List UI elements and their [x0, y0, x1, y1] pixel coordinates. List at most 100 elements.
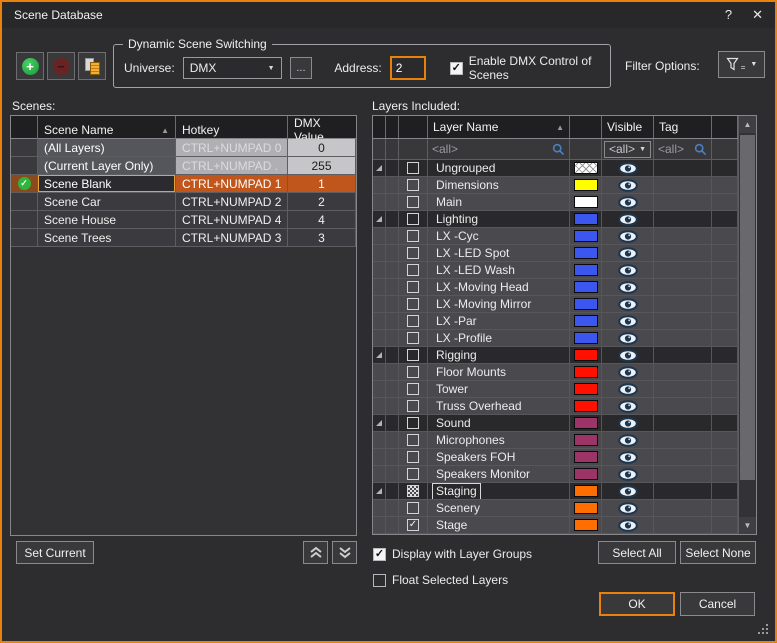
eye-icon[interactable]	[618, 196, 638, 209]
select-none-button[interactable]: Select None	[680, 541, 756, 564]
layer-name-cell[interactable]: Tower	[428, 381, 570, 398]
layer-row[interactable]: LX -Cyc	[373, 228, 738, 245]
scene-hotkey-cell[interactable]: CTRL+NUMPAD 3	[176, 229, 288, 247]
eye-icon[interactable]	[618, 281, 638, 294]
layer-name-cell[interactable]: LX -Moving Mirror	[428, 296, 570, 313]
layer-checkbox[interactable]	[407, 417, 419, 429]
scene-name-cell[interactable]: (Current Layer Only)	[38, 157, 176, 175]
layer-tag-cell[interactable]	[654, 381, 712, 398]
layer-row[interactable]: LX -Par	[373, 313, 738, 330]
scene-row[interactable]: Scene HouseCTRL+NUMPAD 44	[11, 211, 356, 229]
layer-name-cell[interactable]: Speakers Monitor	[428, 466, 570, 483]
layer-name-filter[interactable]: <all>	[428, 139, 570, 160]
layer-tag-cell[interactable]	[654, 160, 712, 177]
scene-dmx-cell[interactable]: 1	[288, 175, 356, 193]
layer-checkbox[interactable]	[407, 247, 419, 259]
expand-triangle-icon[interactable]	[375, 487, 383, 495]
layers-col-tag[interactable]: Tag	[654, 116, 712, 138]
layers-col-visible[interactable]: Visible	[602, 116, 654, 138]
scene-name-cell[interactable]: Scene Blank	[38, 175, 176, 193]
layer-name-cell[interactable]: LX -Par	[428, 313, 570, 330]
enable-dmx-checkbox[interactable]	[450, 62, 463, 75]
layer-tag-cell[interactable]	[654, 245, 712, 262]
layer-tag-cell[interactable]	[654, 500, 712, 517]
eye-icon[interactable]	[618, 400, 638, 413]
layer-name-cell[interactable]: LX -LED Wash	[428, 262, 570, 279]
scene-dmx-cell[interactable]: 2	[288, 193, 356, 211]
select-all-button[interactable]: Select All	[598, 541, 676, 564]
eye-icon[interactable]	[618, 485, 638, 498]
scene-row[interactable]: (All Layers)CTRL+NUMPAD 00	[11, 139, 356, 157]
layer-tag-cell[interactable]	[654, 449, 712, 466]
layer-tag-cell[interactable]	[654, 296, 712, 313]
layer-name-cell[interactable]: Microphones	[428, 432, 570, 449]
layer-tag-cell[interactable]	[654, 347, 712, 364]
layer-checkbox[interactable]	[407, 366, 419, 378]
eye-icon[interactable]	[618, 315, 638, 328]
scene-row[interactable]: Scene CarCTRL+NUMPAD 22	[11, 193, 356, 211]
eye-icon[interactable]	[618, 502, 638, 515]
layer-name-cell[interactable]: Stage	[428, 517, 570, 534]
layer-tag-cell[interactable]	[654, 364, 712, 381]
scene-dmx-cell[interactable]: 3	[288, 229, 356, 247]
layer-tag-cell[interactable]	[654, 313, 712, 330]
eye-icon[interactable]	[618, 213, 638, 226]
scene-name-cell[interactable]: (All Layers)	[38, 139, 176, 157]
visible-filter[interactable]: <all> ▼	[602, 139, 654, 160]
layer-tag-cell[interactable]	[654, 330, 712, 347]
layer-tag-cell[interactable]	[654, 415, 712, 432]
layer-expand-cell[interactable]	[373, 211, 386, 228]
scene-hotkey-cell[interactable]: CTRL+NUMPAD 1	[176, 175, 288, 193]
layer-row[interactable]: Tower	[373, 381, 738, 398]
eye-icon[interactable]	[618, 417, 638, 430]
scene-hotkey-cell[interactable]: CTRL+NUMPAD 4	[176, 211, 288, 229]
set-current-button[interactable]: Set Current	[16, 541, 94, 564]
search-icon[interactable]	[694, 143, 707, 156]
layer-name-cell[interactable]: LX -Moving Head	[428, 279, 570, 296]
add-scene-button[interactable]: +	[16, 52, 44, 80]
layer-name-cell[interactable]: Dimensions	[428, 177, 570, 194]
layer-checkbox[interactable]	[407, 383, 419, 395]
eye-icon[interactable]	[618, 468, 638, 481]
layer-row[interactable]: Lighting	[373, 211, 738, 228]
ok-button[interactable]: OK	[599, 592, 675, 616]
help-button[interactable]: ?	[725, 7, 732, 23]
layer-name-cell[interactable]: Speakers FOH	[428, 449, 570, 466]
layer-checkbox[interactable]	[407, 213, 419, 225]
eye-icon[interactable]	[618, 383, 638, 396]
layer-name-cell[interactable]: Rigging	[428, 347, 570, 364]
eye-icon[interactable]	[618, 451, 638, 464]
remove-scene-button[interactable]: −	[47, 52, 75, 80]
layer-row[interactable]: Speakers FOH	[373, 449, 738, 466]
scene-dmx-cell[interactable]: 0	[288, 139, 356, 157]
layer-row[interactable]: Ungrouped	[373, 160, 738, 177]
layer-checkbox[interactable]	[407, 179, 419, 191]
layer-tag-cell[interactable]	[654, 279, 712, 296]
vertical-scrollbar[interactable]: ▲ ▼	[738, 116, 756, 534]
layer-name-cell[interactable]: Lighting	[428, 211, 570, 228]
layer-tag-cell[interactable]	[654, 177, 712, 194]
layer-name-cell[interactable]: Main	[428, 194, 570, 211]
layer-name-cell[interactable]: LX -Cyc	[428, 228, 570, 245]
layer-row[interactable]: Scenery	[373, 500, 738, 517]
cancel-button[interactable]: Cancel	[680, 592, 755, 616]
tag-filter[interactable]: <all>	[654, 139, 712, 160]
layer-name-cell[interactable]: Staging	[428, 483, 570, 500]
layer-row[interactable]: Speakers Monitor	[373, 466, 738, 483]
scene-dmx-cell[interactable]: 255	[288, 157, 356, 175]
layer-tag-cell[interactable]	[654, 262, 712, 279]
layer-row[interactable]: Stage	[373, 517, 738, 534]
layer-row[interactable]: LX -Moving Mirror	[373, 296, 738, 313]
layer-checkbox[interactable]	[407, 502, 419, 514]
layer-row[interactable]: Microphones	[373, 432, 738, 449]
eye-icon[interactable]	[618, 230, 638, 243]
layer-checkbox[interactable]	[407, 400, 419, 412]
layer-checkbox[interactable]	[407, 264, 419, 276]
layer-row[interactable]: Floor Mounts	[373, 364, 738, 381]
layer-checkbox[interactable]	[407, 485, 419, 497]
scene-hotkey-cell[interactable]: CTRL+NUMPAD .	[176, 157, 288, 175]
layer-checkbox[interactable]	[407, 468, 419, 480]
layer-name-cell[interactable]: Truss Overhead	[428, 398, 570, 415]
eye-icon[interactable]	[618, 298, 638, 311]
layer-row[interactable]: LX -Moving Head	[373, 279, 738, 296]
